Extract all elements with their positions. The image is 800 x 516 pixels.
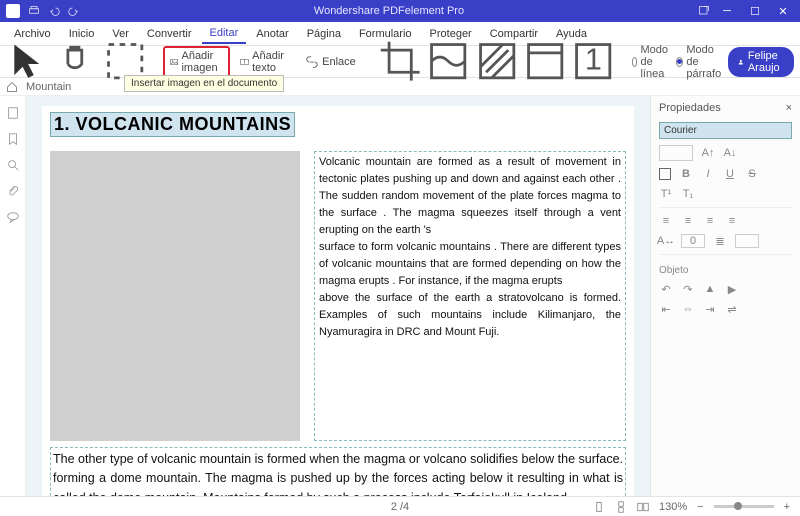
doc-para-3: above the surface of the earth a stratov… xyxy=(319,290,621,341)
grow-font-icon[interactable]: A↑ xyxy=(701,146,715,160)
panel-close[interactable]: × xyxy=(786,102,792,114)
undo-icon[interactable] xyxy=(48,5,60,17)
title-bar: Wondershare PDFelement Pro ─ ☐ ✕ xyxy=(0,0,800,22)
image-icon xyxy=(170,55,178,69)
text-column[interactable]: Volcanic mountain are formed as a result… xyxy=(314,151,626,441)
text-icon: T xyxy=(240,55,249,69)
add-text-button[interactable]: T Añadir texto xyxy=(234,47,295,77)
view-facing-icon[interactable] xyxy=(637,501,649,513)
menu-anotar[interactable]: Anotar xyxy=(248,25,296,43)
background-icon[interactable] xyxy=(475,39,519,83)
header-icon[interactable] xyxy=(523,39,567,83)
zoom-out-button[interactable]: − xyxy=(697,501,703,513)
image-placeholder[interactable] xyxy=(50,151,300,441)
thumbnails-icon[interactable] xyxy=(6,106,20,120)
align-right-icon[interactable]: ≡ xyxy=(703,214,717,228)
bookmarks-icon[interactable] xyxy=(6,132,20,146)
strike-icon[interactable]: S xyxy=(745,167,759,181)
link-button[interactable]: Enlace xyxy=(299,52,362,72)
bold-icon[interactable]: B xyxy=(679,167,693,181)
underline-icon[interactable]: U xyxy=(723,167,737,181)
object-section-label: Objeto xyxy=(659,265,792,276)
close-button[interactable]: ✕ xyxy=(772,3,794,19)
app-title: Wondershare PDFelement Pro xyxy=(80,5,698,17)
doc-heading[interactable]: 1. VOLCANIC MOUNTAINS xyxy=(50,112,295,137)
search-rail-icon[interactable] xyxy=(6,158,20,172)
menu-pagina[interactable]: Página xyxy=(299,25,349,43)
bates-icon[interactable]: 1 xyxy=(571,39,615,83)
left-rail xyxy=(0,96,26,496)
char-spacing-icon[interactable]: A↔ xyxy=(659,234,673,248)
toolbar: Añadir imagen T Añadir texto Enlace 1 Mo… xyxy=(0,46,800,78)
superscript-icon[interactable]: T¹ xyxy=(659,187,673,201)
view-continuous-icon[interactable] xyxy=(615,501,627,513)
app-logo xyxy=(6,4,20,18)
flip-vertical-icon[interactable]: ▲ xyxy=(703,282,717,296)
font-selector[interactable]: Courier xyxy=(659,122,792,139)
italic-icon[interactable]: I xyxy=(701,167,715,181)
obj-align-left-icon[interactable]: ⇤ xyxy=(659,302,673,316)
crop-icon[interactable] xyxy=(378,39,422,83)
print-icon[interactable] xyxy=(28,5,40,17)
watermark-icon[interactable] xyxy=(426,39,470,83)
align-justify-icon[interactable]: ≡ xyxy=(725,214,739,228)
zoom-level[interactable]: 130% xyxy=(659,501,687,513)
add-image-button[interactable]: Añadir imagen xyxy=(163,46,230,78)
rotate-left-icon[interactable]: ↶ xyxy=(659,282,673,296)
subscript-icon[interactable]: T₁ xyxy=(681,187,695,201)
user-icon xyxy=(738,57,744,67)
comments-icon[interactable] xyxy=(6,210,20,224)
align-center-icon[interactable]: ≡ xyxy=(681,214,695,228)
svg-text:1: 1 xyxy=(585,43,602,77)
add-image-label: Añadir imagen xyxy=(181,50,223,74)
menu-convertir[interactable]: Convertir xyxy=(139,25,200,43)
properties-panel: Propiedades × Courier A↑ A↓ B I U S T¹ T₁… xyxy=(650,96,800,496)
doc-para-1: Volcanic mountain are formed as a result… xyxy=(319,154,621,239)
doc-bottom-para[interactable]: The other type of volcanic mountain is f… xyxy=(50,447,626,496)
main-area: 1. VOLCANIC MOUNTAINS Volcanic mountain … xyxy=(0,96,800,496)
obj-align-center-icon[interactable]: ⇔ xyxy=(681,302,695,316)
page: 1. VOLCANIC MOUNTAINS Volcanic mountain … xyxy=(42,106,634,496)
add-text-label: Añadir texto xyxy=(252,50,289,74)
menu-editar[interactable]: Editar xyxy=(202,24,247,44)
mode-line-radio[interactable]: Modo de línea xyxy=(632,44,673,80)
zoom-slider[interactable] xyxy=(714,505,774,508)
link-label: Enlace xyxy=(322,56,356,68)
align-left-icon[interactable]: ≡ xyxy=(659,214,673,228)
text-color-icon[interactable] xyxy=(659,168,671,180)
share-icon[interactable] xyxy=(698,5,710,17)
obj-align-right-icon[interactable]: ⇥ xyxy=(703,302,717,316)
status-bar: 2 /4 130% − + xyxy=(0,496,800,516)
line-spacing-field[interactable] xyxy=(735,234,759,248)
view-single-icon[interactable] xyxy=(593,501,605,513)
redo-icon[interactable] xyxy=(68,5,80,17)
char-spacing-value[interactable]: 0 xyxy=(681,234,705,248)
minimize-button[interactable]: ─ xyxy=(716,3,738,19)
tooltip: Insertar imagen en el documento xyxy=(124,75,284,92)
distribute-icon[interactable]: ⇌ xyxy=(725,302,739,316)
rotate-right-icon[interactable]: ↷ xyxy=(681,282,695,296)
user-badge[interactable]: Felipe Araujo xyxy=(728,47,794,77)
document-area[interactable]: 1. VOLCANIC MOUNTAINS Volcanic mountain … xyxy=(26,96,650,496)
zoom-in-button[interactable]: + xyxy=(784,501,790,513)
svg-text:T: T xyxy=(243,59,247,65)
panel-title: Propiedades xyxy=(659,102,721,114)
page-indicator[interactable]: 2 /4 xyxy=(391,501,409,513)
link-icon xyxy=(305,55,319,69)
shrink-font-icon[interactable]: A↓ xyxy=(723,146,737,160)
user-name: Felipe Araujo xyxy=(748,50,784,74)
attachments-icon[interactable] xyxy=(6,184,20,198)
font-size-field[interactable] xyxy=(659,145,693,161)
mode-paragraph-radio[interactable]: Modo de párrafo xyxy=(676,44,724,80)
line-spacing-icon[interactable]: ≣ xyxy=(713,234,727,248)
pointer-icon[interactable] xyxy=(6,39,50,83)
flip-horizontal-icon[interactable]: ▶ xyxy=(725,282,739,296)
doc-para-2: surface to form volcanic mountains . The… xyxy=(319,239,621,290)
hand-icon[interactable] xyxy=(54,39,98,83)
maximize-button[interactable]: ☐ xyxy=(744,3,766,19)
